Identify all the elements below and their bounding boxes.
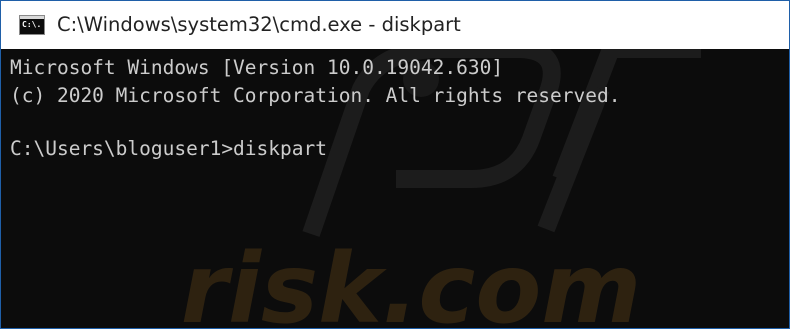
console-copyright-line: (c) 2020 Microsoft Corporation. All righ… [10, 84, 621, 107]
console-command-line[interactable]: C:\Users\bloguser1>diskpart [10, 137, 327, 161]
cmd-icon-label: C:\. [22, 20, 42, 29]
title-bar[interactable]: C:\. C:\Windows\system32\cmd.exe - diskp… [1, 1, 789, 49]
console-area[interactable]: risk.com Microsoft Windows [Version 10.0… [1, 49, 789, 328]
console-version-line: Microsoft Windows [Version 10.0.19042.63… [10, 56, 504, 79]
watermark-text: risk.com [181, 233, 642, 328]
window-title: C:\Windows\system32\cmd.exe - diskpart [57, 13, 461, 36]
cmd-window: C:\. C:\Windows\system32\cmd.exe - diskp… [0, 0, 790, 329]
cmd-app-icon[interactable]: C:\. [19, 15, 45, 35]
